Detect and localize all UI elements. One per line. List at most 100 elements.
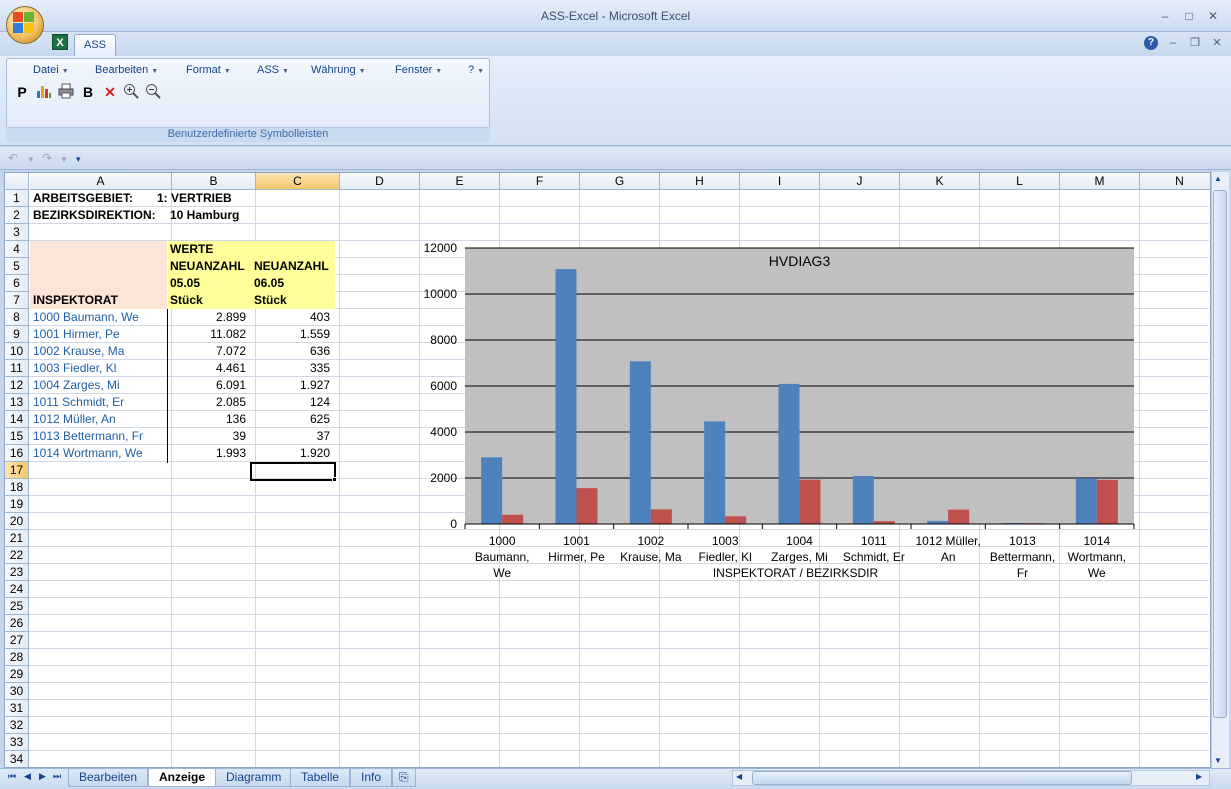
row-header[interactable]: 15 — [5, 428, 29, 445]
b-button[interactable]: B — [79, 83, 97, 101]
sheet-tab-info[interactable]: Info — [350, 769, 393, 787]
neuanzahl-0505-cell[interactable]: 39 — [168, 428, 252, 445]
neuanzahl-0605-cell[interactable]: 625 — [252, 411, 336, 428]
last-sheet-icon[interactable]: ⏭ — [53, 771, 61, 782]
neuanzahl-0605-cell[interactable]: 636 — [252, 343, 336, 360]
sheet-tab-anzeige[interactable]: Anzeige — [148, 769, 217, 787]
vertical-scroll-thumb[interactable] — [1213, 190, 1227, 718]
row-header[interactable]: 28 — [5, 649, 29, 666]
tab-ass[interactable]: ASS — [74, 34, 116, 56]
neuanzahl-0505-cell[interactable]: 2.899 — [168, 309, 252, 326]
row-header[interactable]: 16 — [5, 445, 29, 462]
menu-help[interactable]: ? ▼ — [468, 64, 484, 76]
undo-dropdown-icon[interactable]: ▼ — [27, 155, 35, 164]
close-icon[interactable]: ✕ — [1206, 9, 1220, 23]
row-header[interactable]: 24 — [5, 581, 29, 598]
menu-datei[interactable]: Datei ▼ — [33, 64, 69, 76]
fill-handle[interactable] — [332, 477, 337, 482]
neuanzahl-0605-cell[interactable]: 1.559 — [252, 326, 336, 343]
neuanzahl-0605-cell[interactable]: 1.920 — [252, 445, 336, 462]
minimize-icon[interactable]: – — [1158, 9, 1172, 23]
worksheet-grid[interactable]: ABCDEFGHIJKLMN 1 2 3 4 5 6 7 8 9 10 11 12 13 14 15 16 17… — [4, 172, 1211, 768]
neuanzahl-0605-cell[interactable]: 403 — [252, 309, 336, 326]
column-header[interactable]: A — [30, 173, 172, 190]
column-header[interactable]: D — [340, 173, 420, 190]
mdi-close-icon[interactable]: ✕ — [1210, 36, 1224, 50]
row-header[interactable]: 4 — [5, 241, 29, 258]
neuanzahl-0505-cell[interactable]: 2.085 — [168, 394, 252, 411]
select-all-corner[interactable] — [5, 173, 29, 190]
scroll-up-icon[interactable]: ▲ — [1214, 174, 1222, 183]
row-header[interactable]: 33 — [5, 734, 29, 751]
row-header[interactable]: 22 — [5, 547, 29, 564]
row-header[interactable]: 30 — [5, 683, 29, 700]
chart[interactable]: 0 2000 4000 6000 8000 10000 12000 1000 Baumann, W… — [415, 239, 1135, 584]
neuanzahl-0505-cell[interactable]: 11.082 — [168, 326, 252, 343]
column-header[interactable]: E — [420, 173, 500, 190]
column-header[interactable]: B — [172, 173, 256, 190]
row-header[interactable]: 20 — [5, 513, 29, 530]
row-header[interactable]: 14 — [5, 411, 29, 428]
sheet-tab-diagramm[interactable]: Diagramm — [215, 769, 293, 787]
mdi-minimize-icon[interactable]: – — [1166, 36, 1180, 50]
neuanzahl-0605-cell[interactable]: 1.927 — [252, 377, 336, 394]
row-header[interactable]: 10 — [5, 343, 29, 360]
sheet-tab-bearbeiten[interactable]: Bearbeiten — [68, 769, 149, 787]
inspektorat-cell[interactable]: 1014 Wortmann, We — [33, 445, 169, 462]
column-header[interactable]: H — [660, 173, 740, 190]
row-header[interactable]: 9 — [5, 326, 29, 343]
column-header[interactable]: N — [1140, 173, 1210, 190]
neuanzahl-0505-cell[interactable]: 136 — [168, 411, 252, 428]
row-header[interactable]: 34 — [5, 751, 29, 767]
column-header[interactable]: F — [500, 173, 580, 190]
column-header[interactable]: K — [900, 173, 980, 190]
row-header[interactable]: 7 — [5, 292, 29, 309]
customize-qat-icon[interactable]: ▾ — [76, 154, 81, 165]
inspektorat-cell[interactable]: 1013 Bettermann, Fr — [33, 428, 169, 445]
neuanzahl-0605-cell[interactable]: 335 — [252, 360, 336, 377]
neuanzahl-0505-cell[interactable]: 7.072 — [168, 343, 252, 360]
row-header[interactable]: 19 — [5, 496, 29, 513]
neuanzahl-0505-cell[interactable]: 1.993 — [168, 445, 252, 462]
inspektorat-cell[interactable]: 1011 Schmidt, Er — [33, 394, 169, 411]
insert-sheet-icon[interactable]: ⎘ — [392, 769, 416, 787]
row-header[interactable]: 21 — [5, 530, 29, 547]
help-icon[interactable]: ? — [1144, 36, 1158, 50]
column-header[interactable]: I — [740, 173, 820, 190]
row-header[interactable]: 32 — [5, 717, 29, 734]
maximize-icon[interactable]: □ — [1182, 9, 1196, 23]
inspektorat-cell[interactable]: 1012 Müller, An — [33, 411, 169, 428]
row-header[interactable]: 12 — [5, 377, 29, 394]
row-header[interactable]: 1 — [5, 190, 29, 207]
scroll-left-icon[interactable]: ◀ — [736, 772, 742, 781]
menu-ass[interactable]: ASS ▼ — [257, 64, 289, 76]
inspektorat-cell[interactable]: 1004 Zarges, Mi — [33, 377, 169, 394]
neuanzahl-0505-cell[interactable]: 4.461 — [168, 360, 252, 377]
excel-icon[interactable]: X — [52, 34, 68, 50]
inspektorat-cell[interactable]: 1000 Baumann, We — [33, 309, 169, 326]
row-header[interactable]: 11 — [5, 360, 29, 377]
menu-fenster[interactable]: Fenster ▼ — [395, 64, 442, 76]
inspektorat-cell[interactable]: 1002 Krause, Ma — [33, 343, 169, 360]
neuanzahl-0605-cell[interactable]: 124 — [252, 394, 336, 411]
row-header[interactable]: 18 — [5, 479, 29, 496]
first-sheet-icon[interactable]: ⏮ — [8, 771, 16, 782]
column-header[interactable]: L — [980, 173, 1060, 190]
print-icon[interactable] — [57, 83, 75, 101]
scroll-down-icon[interactable]: ▼ — [1214, 756, 1222, 765]
row-header[interactable]: 2 — [5, 207, 29, 224]
inspektorat-cell[interactable]: 1003 Fiedler, Kl — [33, 360, 169, 377]
menu-format[interactable]: Format ▼ — [186, 64, 231, 76]
row-header[interactable]: 17 — [5, 462, 29, 479]
chart-icon[interactable] — [35, 83, 53, 101]
row-header[interactable]: 29 — [5, 666, 29, 683]
row-header[interactable]: 31 — [5, 700, 29, 717]
column-header[interactable]: C — [256, 173, 340, 190]
active-cell-cursor[interactable] — [250, 462, 336, 481]
zoom-out-icon[interactable] — [144, 83, 162, 101]
horizontal-scroll-thumb[interactable] — [752, 771, 1132, 785]
scroll-right-icon[interactable]: ▶ — [1196, 772, 1202, 781]
column-header[interactable]: M — [1060, 173, 1140, 190]
prev-sheet-icon[interactable]: ◀ — [24, 771, 31, 782]
row-header[interactable]: 25 — [5, 598, 29, 615]
